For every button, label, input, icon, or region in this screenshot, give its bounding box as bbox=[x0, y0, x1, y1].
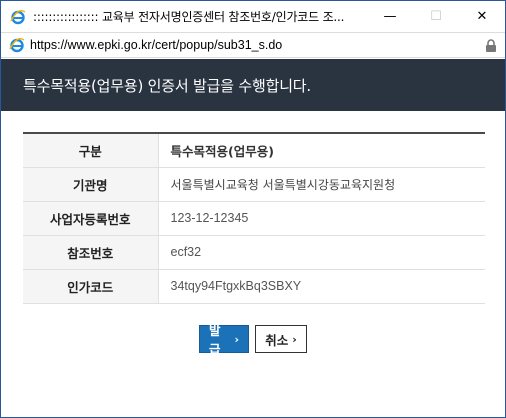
minimize-button[interactable]: — bbox=[367, 1, 413, 32]
maximize-button: ☐ bbox=[430, 9, 442, 24]
row-label: 기관명 bbox=[23, 167, 159, 202]
row-value: ecf32 bbox=[158, 235, 485, 270]
lock-icon[interactable] bbox=[485, 38, 497, 52]
chevron-right-icon: › bbox=[234, 332, 239, 346]
row-label: 인가코드 bbox=[23, 269, 159, 304]
internet-explorer-icon bbox=[9, 8, 27, 26]
browser-popup-window: ::::::::::::::::: 교육부 전자서명인증센터 참조번호/인가코드… bbox=[0, 0, 506, 418]
row-value: 특수목적용(업무용) bbox=[158, 133, 485, 168]
address-bar[interactable]: https://www.epki.go.kr/cert/popup/sub31_… bbox=[1, 32, 505, 58]
window-title: ::::::::::::::::: 교육부 전자서명인증센터 참조번호/인가코드… bbox=[33, 10, 345, 24]
window-controls: — ☐ ✕ bbox=[367, 1, 505, 32]
table-row: 구분 특수목적용(업무용) bbox=[23, 133, 485, 168]
page-title: 특수목적용(업무용) 인증서 발급을 수행합니다. bbox=[23, 76, 311, 95]
title-bar[interactable]: ::::::::::::::::: 교육부 전자서명인증센터 참조번호/인가코드… bbox=[1, 1, 505, 32]
row-value: 34tqy94FtgxkBq3SBXY bbox=[158, 269, 485, 304]
row-value: 서울특별시교육청 서울특별시강동교육지원청 bbox=[158, 167, 485, 202]
row-value: 123-12-12345 bbox=[158, 201, 485, 236]
row-label: 구분 bbox=[23, 133, 159, 168]
table-row: 기관명 서울특별시교육청 서울특별시강동교육지원청 bbox=[23, 167, 485, 202]
table-row: 인가코드 34tqy94FtgxkBq3SBXY bbox=[23, 269, 485, 304]
cancel-button[interactable]: 취소 › bbox=[255, 325, 307, 353]
row-label: 참조번호 bbox=[23, 235, 159, 270]
page-header: 특수목적용(업무용) 인증서 발급을 수행합니다. bbox=[1, 59, 505, 111]
issue-button-label: 발급 bbox=[209, 323, 221, 357]
page-icon bbox=[8, 36, 26, 54]
action-buttons: 발급 › 취소 › bbox=[1, 323, 505, 357]
close-button[interactable]: ✕ bbox=[459, 1, 505, 32]
cancel-button-label: 취소 bbox=[265, 332, 289, 348]
url-text[interactable]: https://www.epki.go.kr/cert/popup/sub31_… bbox=[30, 38, 282, 52]
table-row: 사업자등록번호 123-12-12345 bbox=[23, 201, 485, 236]
row-label: 사업자등록번호 bbox=[23, 201, 159, 236]
table-row: 참조번호 ecf32 bbox=[23, 235, 485, 270]
issue-button[interactable]: 발급 › bbox=[199, 323, 249, 357]
chevron-right-icon: › bbox=[292, 332, 297, 346]
certificate-info-table: 구분 특수목적용(업무용) 기관명 서울특별시교육청 서울특별시강동교육지원청 … bbox=[23, 132, 485, 304]
